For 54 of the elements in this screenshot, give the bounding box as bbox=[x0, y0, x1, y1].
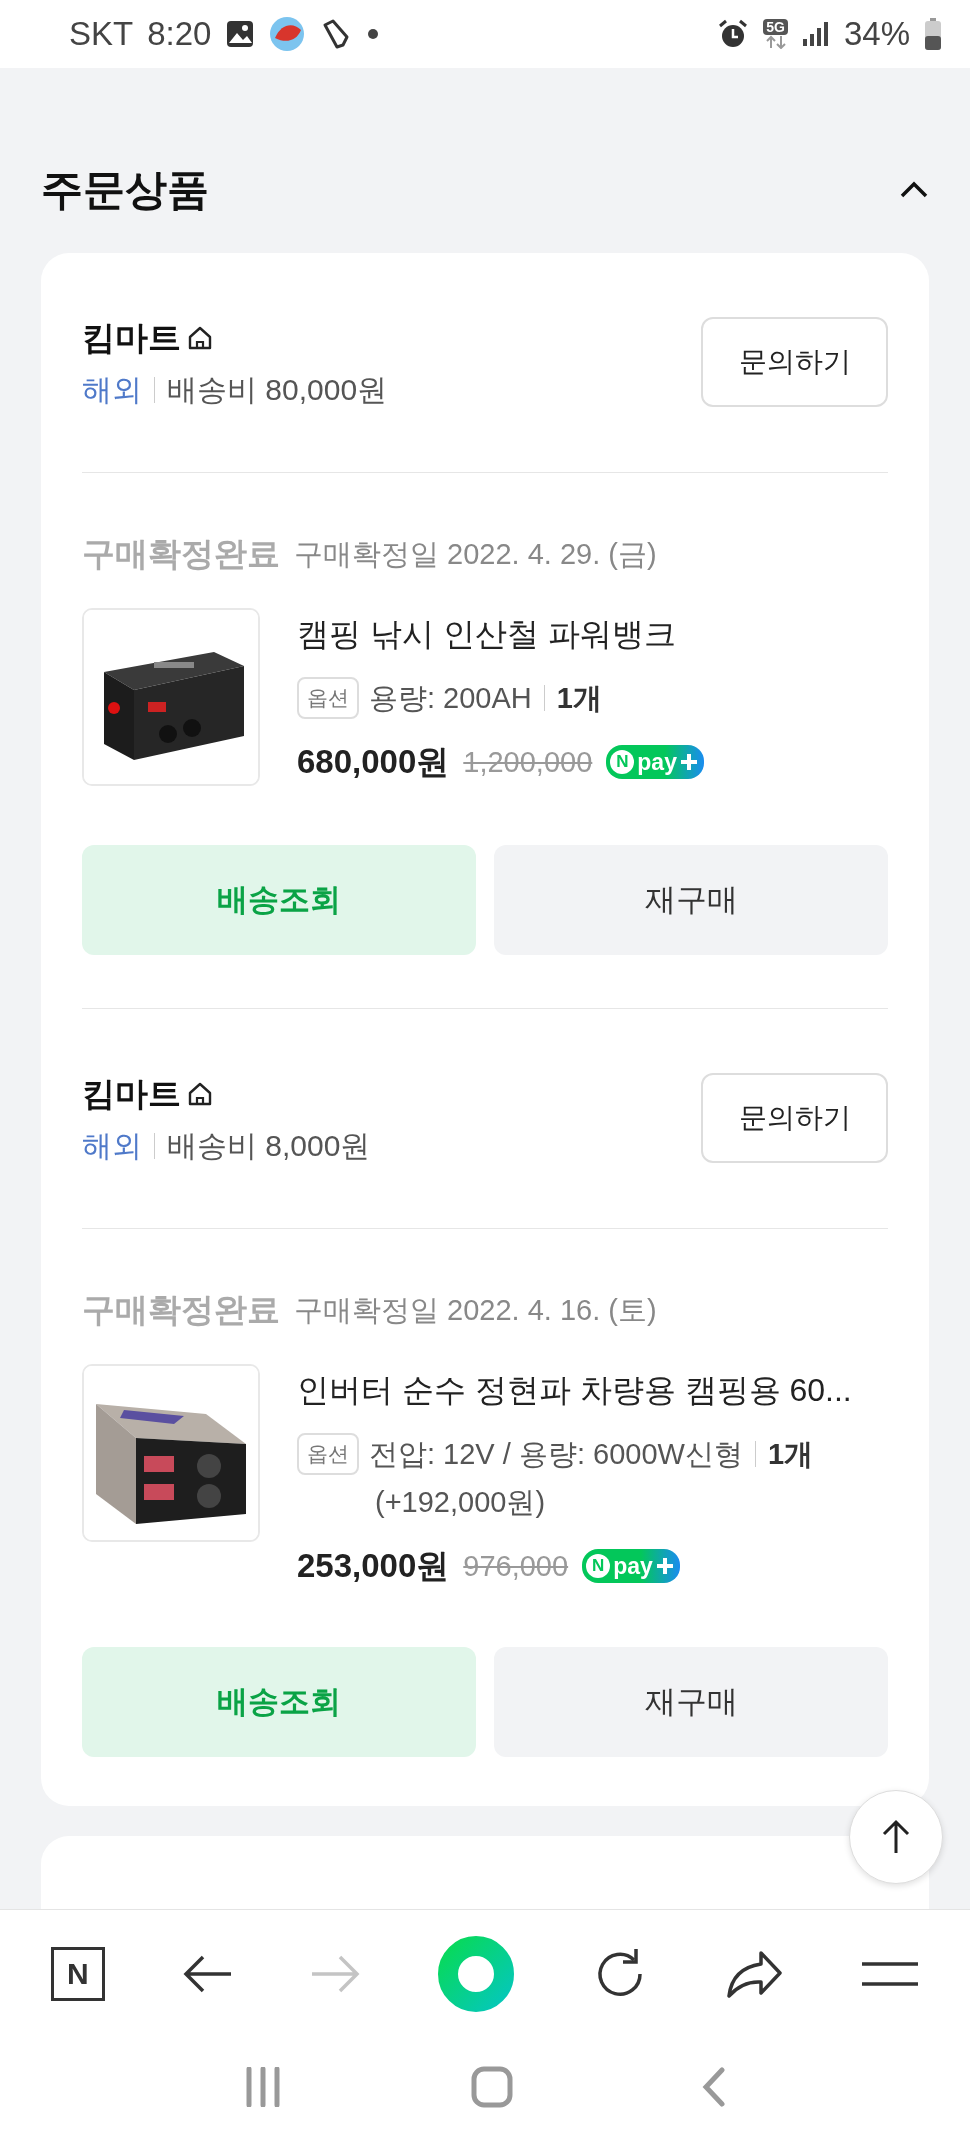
option-text: 용량: 200AH bbox=[369, 681, 532, 716]
reorder-button[interactable]: 재구매 bbox=[494, 845, 888, 955]
shipping-fee: 배송비 8,000원 bbox=[167, 1128, 371, 1164]
battery-icon bbox=[924, 17, 942, 51]
inquiry-button[interactable]: 문의하기 bbox=[701, 317, 888, 407]
original-price: 976,000 bbox=[463, 1549, 569, 1584]
confirm-date: 구매확정일 2022. 4. 16. (토) bbox=[294, 1293, 657, 1328]
option-text: 전압: 12V / 용량: 6000W신형 bbox=[369, 1437, 743, 1472]
store-name: 킴마트 bbox=[82, 1074, 181, 1114]
home-icon[interactable] bbox=[471, 2066, 513, 2108]
order-status: 구매확정완료 bbox=[82, 1291, 280, 1329]
app-icon bbox=[269, 16, 306, 52]
alarm-icon bbox=[717, 18, 750, 50]
house-icon[interactable] bbox=[187, 325, 213, 351]
clock: 8:20 bbox=[147, 15, 212, 53]
option-price: (+192,000원) bbox=[374, 1485, 547, 1520]
price: 680,000원 bbox=[297, 742, 450, 782]
house-icon[interactable] bbox=[187, 1081, 213, 1107]
section-title: 주문상품 bbox=[41, 165, 209, 215]
option-tag: 옵션 bbox=[297, 1433, 359, 1475]
menu-icon[interactable] bbox=[861, 1959, 920, 1989]
share-icon[interactable] bbox=[725, 1949, 784, 1999]
region-label: 해외 bbox=[82, 1128, 142, 1164]
back-nav-icon[interactable] bbox=[701, 2067, 726, 2107]
plus-icon bbox=[655, 1557, 674, 1575]
confirm-date: 구매확정일 2022. 4. 29. (금) bbox=[294, 537, 657, 572]
dot-icon bbox=[367, 28, 380, 40]
signal-icon bbox=[801, 21, 830, 47]
order-status: 구매확정완료 bbox=[82, 535, 280, 573]
store-name: 킴마트 bbox=[82, 318, 181, 358]
reorder-button[interactable]: 재구매 bbox=[494, 1647, 888, 1757]
back-icon[interactable] bbox=[182, 1954, 233, 1994]
network-type: 5G bbox=[763, 19, 788, 35]
carrier: SKT bbox=[69, 15, 134, 53]
home-button[interactable]: N bbox=[50, 1947, 105, 2001]
price: 253,000원 bbox=[297, 1546, 450, 1586]
gallery-icon bbox=[225, 19, 256, 49]
quantity: 1개 bbox=[767, 1437, 814, 1472]
inquiry-button[interactable]: 문의하기 bbox=[701, 1073, 888, 1163]
quantity: 1개 bbox=[556, 681, 602, 716]
plus-icon bbox=[679, 753, 698, 771]
arrow-up-icon bbox=[881, 1819, 911, 1855]
original-price: 1,200,000 bbox=[463, 745, 593, 780]
npay-mark: N bbox=[610, 750, 635, 774]
product-name[interactable]: 캠핑 낚시 인산철 파워뱅크 bbox=[297, 612, 888, 656]
npay-label: pay bbox=[613, 1554, 653, 1578]
shipping-fee: 배송비 80,000원 bbox=[167, 372, 388, 408]
region-label: 해외 bbox=[82, 372, 142, 408]
npay-label: pay bbox=[637, 750, 677, 774]
battery-level: 34% bbox=[843, 15, 910, 53]
product-name[interactable]: 인버터 순수 정현파 차량용 캠핑용 60... bbox=[297, 1368, 888, 1412]
recent-apps-icon[interactable] bbox=[244, 2067, 283, 2107]
npay-mark: N bbox=[586, 1554, 611, 1578]
option-tag: 옵션 bbox=[297, 677, 359, 719]
